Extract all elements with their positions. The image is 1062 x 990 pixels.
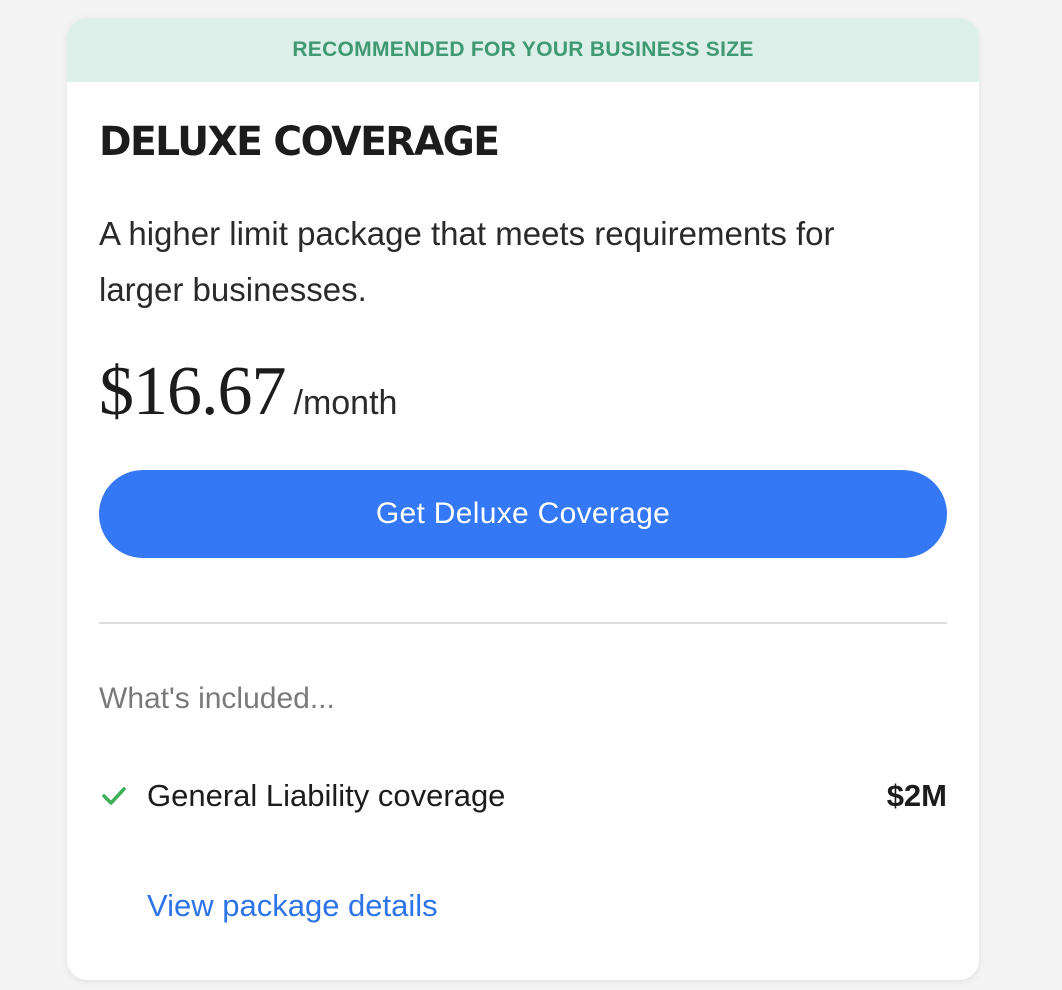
plan-description: A higher limit package that meets requir… bbox=[99, 215, 835, 308]
included-item-label: General Liability coverage bbox=[147, 778, 506, 813]
plan-price: $16.67 bbox=[99, 353, 286, 430]
view-package-details-link[interactable]: View package details bbox=[147, 888, 438, 924]
get-coverage-button[interactable]: Get Deluxe Coverage bbox=[99, 470, 947, 558]
included-heading: What's included... bbox=[99, 682, 335, 715]
plan-title: DELUXE COVERAGE bbox=[99, 119, 500, 165]
check-icon bbox=[99, 781, 129, 811]
recommended-banner: RECOMMENDED FOR YOUR BUSINESS SIZE bbox=[67, 18, 979, 82]
coverage-card: RECOMMENDED FOR YOUR BUSINESS SIZE DELUX… bbox=[67, 18, 979, 980]
card-content: DELUXE COVERAGE A higher limit package t… bbox=[67, 118, 979, 924]
included-item-value: $2M bbox=[886, 778, 947, 813]
price-row: $16.67 /month bbox=[99, 352, 947, 430]
divider bbox=[99, 622, 947, 624]
price-period: /month bbox=[293, 384, 398, 422]
included-item: General Liability coverage $2M bbox=[99, 776, 947, 816]
included-item-left: General Liability coverage bbox=[99, 778, 505, 814]
